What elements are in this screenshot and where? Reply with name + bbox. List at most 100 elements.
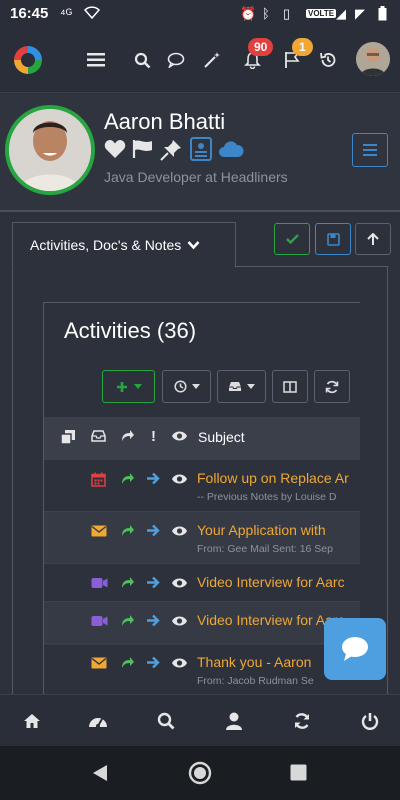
home-icon[interactable]	[18, 709, 46, 733]
reply-arrow-icon[interactable]	[120, 472, 135, 489]
back-icon[interactable]	[92, 764, 108, 787]
tab-label: Activities, Doc's & Notes	[30, 237, 182, 253]
floppy-icon	[326, 232, 340, 246]
forward-arrow-icon[interactable]	[146, 524, 160, 541]
activity-detail: From: Jacob Rudman Se	[197, 675, 314, 687]
scroll-up-button[interactable]	[355, 223, 391, 255]
flag-icon[interactable]	[132, 139, 154, 165]
activity-detail: From: Gee Mail Sent: 16 Sep	[197, 543, 333, 555]
activity-row[interactable]: Thank you - Aaron From: Jacob Rudman Se	[44, 643, 360, 695]
eye-icon[interactable]	[171, 524, 188, 541]
forward-arrow-icon[interactable]	[146, 576, 160, 593]
eye-icon[interactable]	[171, 614, 188, 631]
activity-subject[interactable]: Follow up on Replace Ar	[197, 470, 349, 486]
profile-photo	[5, 105, 95, 195]
confirm-button[interactable]	[274, 223, 310, 255]
reply-arrow-icon[interactable]	[120, 656, 135, 673]
inbox-filter-dropdown[interactable]	[217, 370, 266, 403]
activities-card: Activities (36) ! Subject Follow up on R…	[43, 302, 360, 702]
columns-button[interactable]	[272, 370, 308, 403]
volte-label: VOLTE	[306, 9, 337, 18]
caret-down-icon	[133, 384, 142, 389]
activity-subject[interactable]: Thank you - Aaron	[197, 654, 311, 670]
eye-icon[interactable]	[171, 656, 188, 673]
dashboard-gauge-icon[interactable]	[84, 709, 112, 733]
profile-header: Aaron Bhatti Java Developer at Headliner…	[0, 92, 400, 210]
tab-activities-docs-notes[interactable]: Activities, Doc's & Notes	[12, 222, 236, 268]
eye-icon[interactable]	[171, 429, 188, 445]
activity-row[interactable]: Follow up on Replace Ar -- Previous Note…	[44, 459, 360, 511]
user-avatar[interactable]	[356, 42, 390, 76]
columns-icon	[283, 380, 297, 393]
chat-icon[interactable]	[160, 44, 192, 76]
wifi-icon	[83, 6, 101, 22]
heart-icon[interactable]	[104, 139, 126, 165]
forward-arrow-icon[interactable]	[146, 472, 160, 489]
activities-title: Activities (36)	[64, 318, 197, 343]
copy-icon[interactable]	[60, 429, 76, 448]
activity-row[interactable]: Video Interview for Aarc	[44, 563, 360, 605]
profile-subtitle: Java Developer at Headliners	[104, 169, 288, 185]
pin-icon[interactable]	[160, 139, 182, 167]
bluetooth-icon: ᛒ	[262, 6, 270, 21]
eye-icon[interactable]	[171, 472, 188, 489]
caret-down-icon	[191, 384, 200, 389]
profile-menu-button[interactable]	[352, 133, 388, 167]
flags-count-badge: 1	[292, 38, 313, 56]
forward-arrow-icon[interactable]	[146, 656, 160, 673]
power-icon[interactable]	[356, 709, 384, 733]
bottom-navigation	[0, 694, 400, 746]
search-icon[interactable]	[126, 44, 158, 76]
signal-icon: ⁴ᴳ	[60, 6, 73, 21]
search-icon[interactable]	[152, 709, 180, 733]
chevron-down-icon	[187, 237, 200, 253]
status-time: 16:45	[10, 5, 49, 22]
activity-row[interactable]: Your Application with From: Gee Mail Sen…	[44, 511, 360, 563]
arrow-up-icon	[367, 232, 379, 245]
cloud-icon[interactable]	[218, 140, 244, 164]
time-filter-dropdown[interactable]	[162, 370, 211, 403]
chat-bubble-icon	[342, 637, 368, 661]
chat-fab-button[interactable]	[324, 618, 386, 680]
reply-arrow-icon[interactable]	[120, 524, 135, 541]
app-logo-icon[interactable]	[10, 42, 46, 78]
home-button-icon[interactable]	[188, 761, 212, 790]
user-icon[interactable]	[220, 709, 248, 733]
reply-arrow-icon[interactable]	[120, 614, 135, 631]
hamburger-menu-icon[interactable]	[80, 44, 112, 76]
eye-icon[interactable]	[171, 576, 188, 593]
section-divider	[0, 210, 400, 212]
video-icon	[91, 576, 108, 593]
battery-icon	[378, 6, 387, 24]
inbox-icon[interactable]	[91, 429, 106, 445]
recents-icon[interactable]	[290, 764, 307, 786]
add-activity-dropdown[interactable]	[102, 370, 155, 403]
profile-name: Aaron Bhatti	[104, 109, 226, 134]
refresh-button[interactable]	[314, 370, 350, 403]
activity-subject[interactable]: Your Application with	[197, 522, 326, 538]
forward-arrow-icon[interactable]	[146, 614, 160, 631]
history-icon[interactable]	[312, 44, 344, 76]
caret-down-icon	[247, 384, 255, 389]
no-sim-icon: ◤	[355, 6, 365, 21]
reply-arrow-icon[interactable]	[120, 576, 135, 593]
contact-card-icon[interactable]	[190, 137, 212, 167]
cell-signal-icon: ◢	[336, 6, 346, 21]
priority-icon[interactable]: !	[151, 428, 156, 445]
activity-row[interactable]: Video Interview for Aarc	[44, 601, 360, 645]
video-icon	[91, 614, 108, 631]
check-icon	[285, 234, 299, 244]
activity-subject[interactable]: Video Interview for Aarc	[197, 612, 345, 628]
activity-subject[interactable]: Video Interview for Aarc	[197, 574, 345, 590]
subject-column-header[interactable]: Subject	[198, 429, 245, 445]
notifications-count-badge: 90	[248, 38, 274, 56]
clock-icon	[173, 380, 187, 393]
plus-icon	[116, 381, 127, 392]
refresh-icon	[325, 380, 339, 393]
system-navigation-bar	[0, 746, 400, 800]
magic-wand-icon[interactable]	[196, 44, 228, 76]
share-icon[interactable]	[120, 429, 135, 445]
activity-detail: -- Previous Notes by Louise D	[197, 491, 337, 503]
save-button[interactable]	[315, 223, 351, 255]
sync-icon[interactable]	[288, 709, 316, 733]
